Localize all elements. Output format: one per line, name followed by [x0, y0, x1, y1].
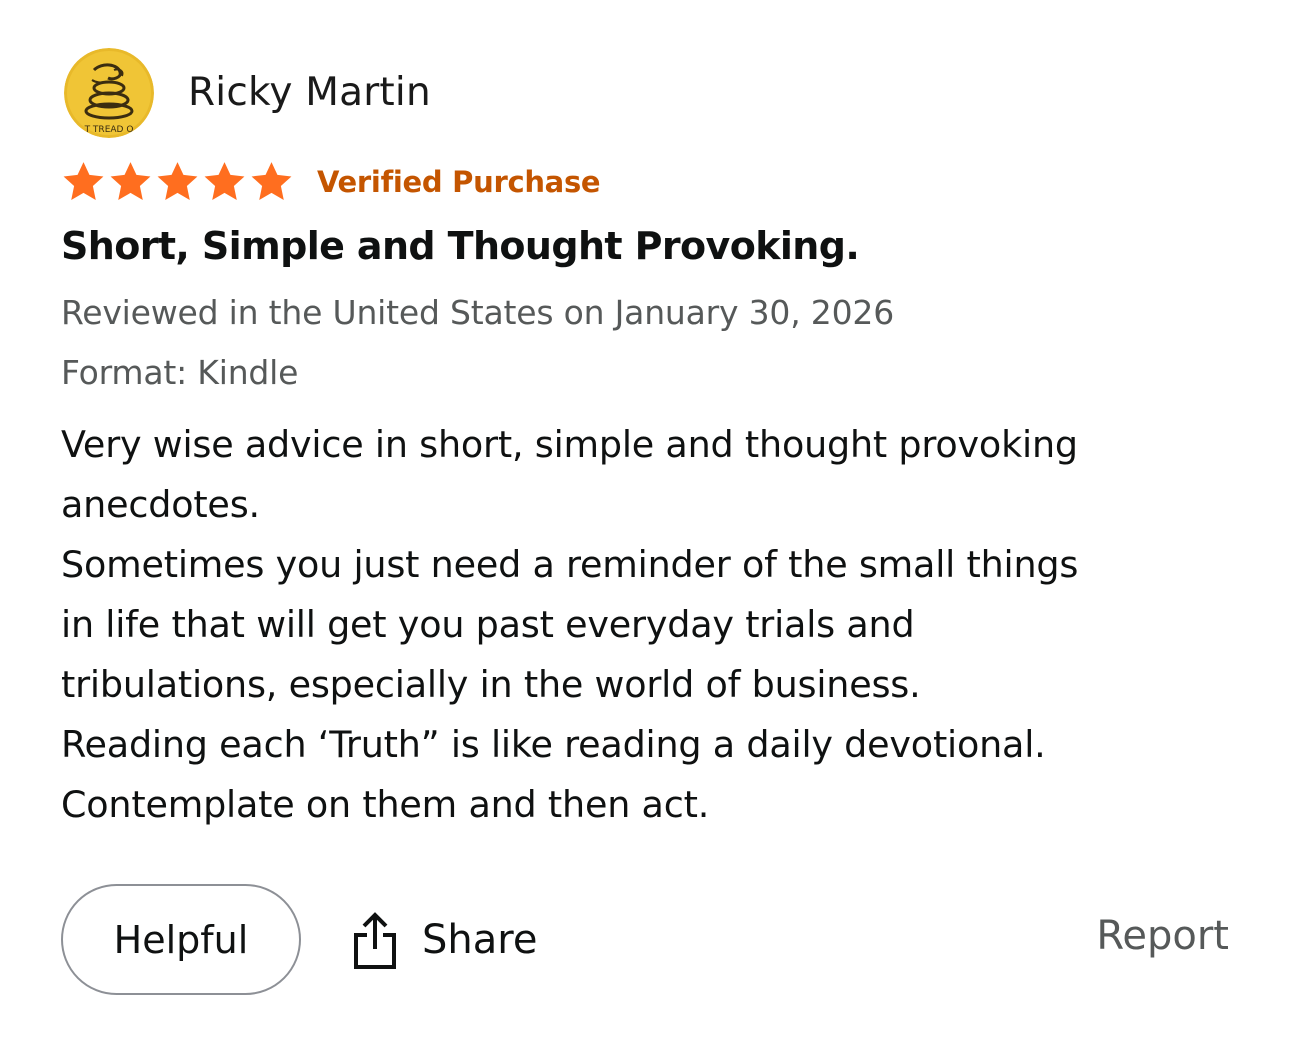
star-icon — [251, 162, 292, 201]
review-format: Format: Kindle — [61, 353, 299, 392]
reviewer-profile[interactable]: T TREAD O Ricky Martin — [64, 48, 431, 138]
review-body-line: in life that will get you past everyday … — [61, 603, 915, 646]
avatar-text: T TREAD O — [84, 125, 134, 135]
review-body-line: Sometimes you just need a reminder of th… — [61, 543, 1079, 586]
star-icon — [110, 162, 151, 201]
review-body-line: Very wise advice in short, simple and th… — [61, 423, 1078, 466]
review-body: Very wise advice in short, simple and th… — [61, 415, 1261, 835]
star-icon — [204, 162, 245, 201]
review-body-line: Contemplate on them and then act. — [61, 783, 710, 826]
customer-review: T TREAD O Ricky Martin Verified Purchase… — [0, 0, 1290, 1055]
coiled-snake-flag-avatar: T TREAD O — [64, 48, 154, 138]
share-label: Share — [422, 917, 538, 963]
reviewer-avatar[interactable]: T TREAD O — [64, 48, 154, 138]
review-body-line: Reading each ‘Truth” is like reading a d… — [61, 723, 1046, 766]
review-body-line: tribulations, especially in the world of… — [61, 663, 921, 706]
review-body-line: anecdotes. — [61, 483, 260, 526]
report-link[interactable]: Report — [1096, 913, 1229, 959]
star-icon — [157, 162, 198, 201]
verified-purchase-badge: Verified Purchase — [317, 165, 601, 199]
star-icon — [63, 162, 104, 201]
reviewer-name[interactable]: Ricky Martin — [188, 70, 431, 115]
star-rating[interactable] — [60, 159, 295, 205]
review-title: Short, Simple and Thought Provoking. — [61, 224, 860, 268]
share-icon — [350, 909, 400, 971]
rating-row: Verified Purchase — [60, 158, 601, 206]
review-date: Reviewed in the United States on January… — [61, 293, 894, 332]
helpful-button[interactable]: Helpful — [61, 884, 301, 995]
share-button[interactable]: Share — [350, 900, 537, 980]
